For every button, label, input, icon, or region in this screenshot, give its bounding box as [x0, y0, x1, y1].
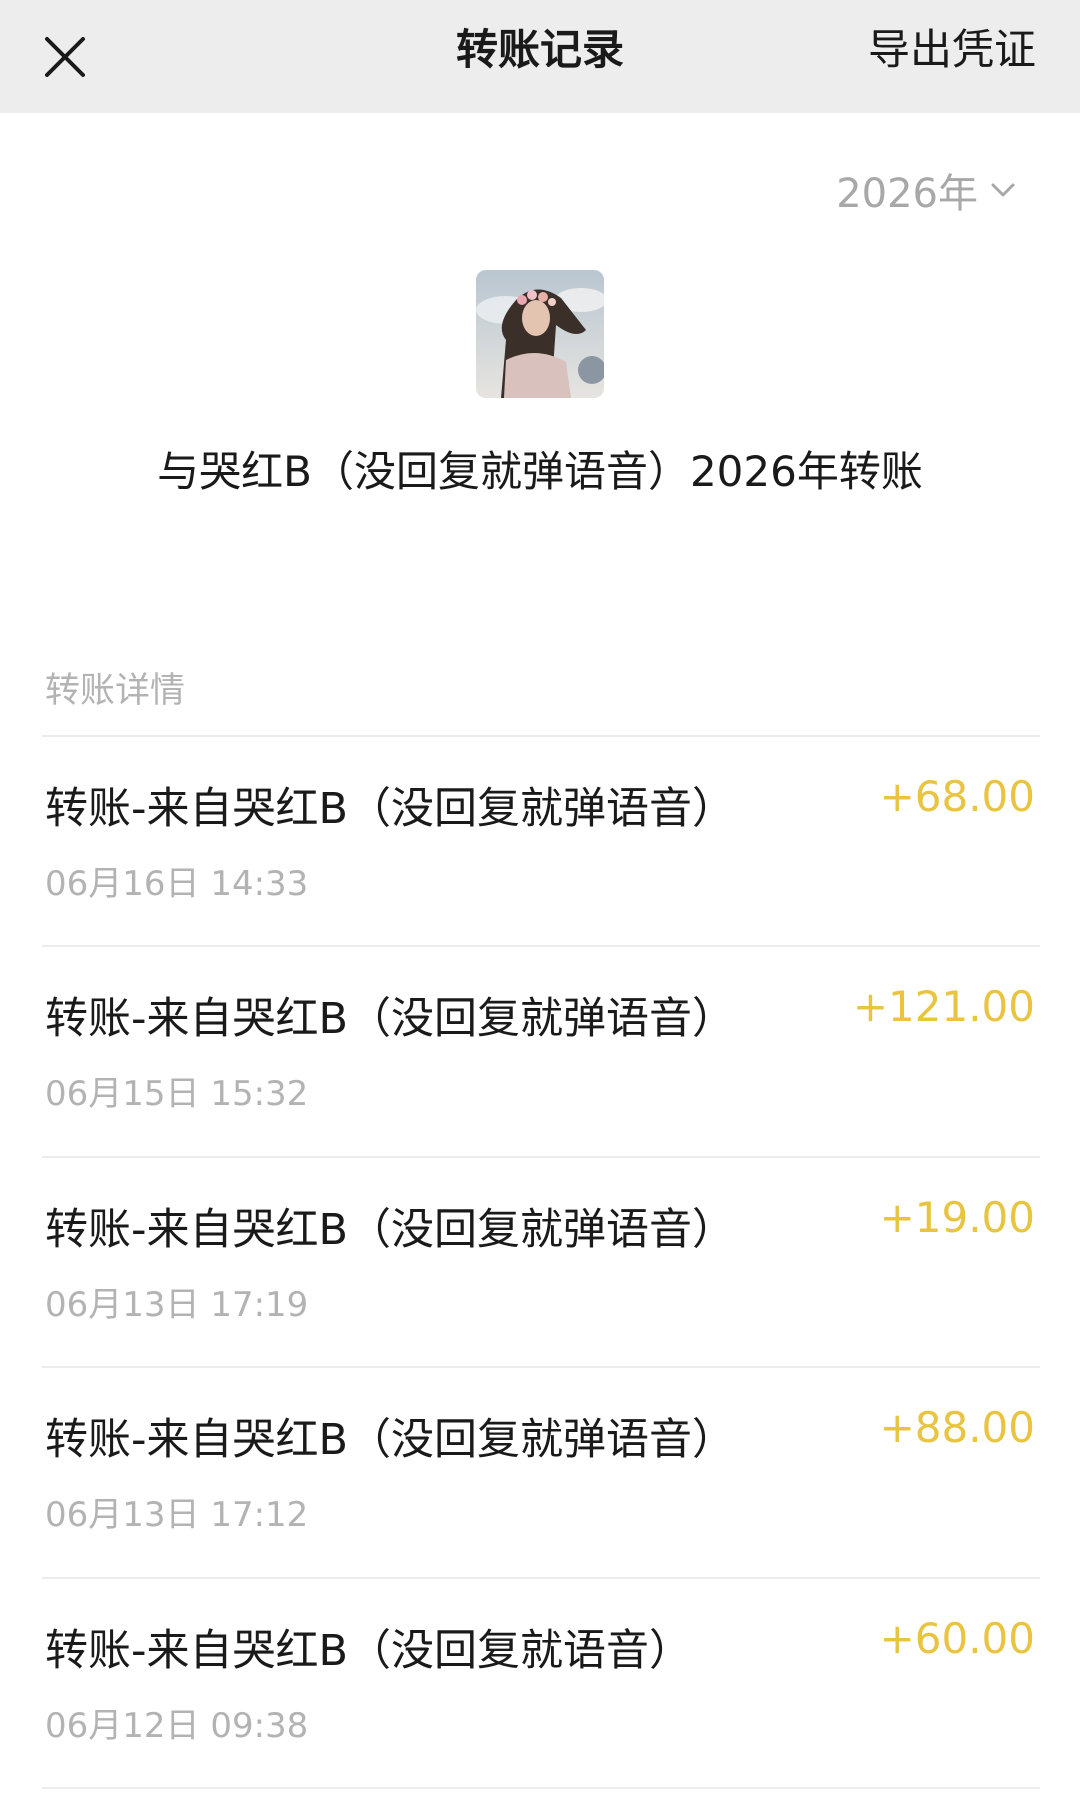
- transfer-record[interactable]: 转账-来自哭红B（没回复就弹语音） 06月13日 17:19 +19.00: [0, 1159, 1080, 1369]
- record-amount: +88.00: [879, 1403, 1035, 1452]
- record-time: 06月13日 17:12: [45, 1495, 309, 1535]
- record-title: 转账-来自哭红B（没回复就弹语音）: [45, 1205, 736, 1255]
- contact-avatar: [476, 270, 604, 398]
- year-picker-value: 2026年: [836, 171, 978, 217]
- top-bar: 转账记录 导出凭证: [0, 0, 1080, 113]
- record-amount: +19.00: [879, 1193, 1035, 1242]
- record-title: 转账-来自哭红B（没回复就弹语音）: [45, 994, 736, 1044]
- record-title: 转账-来自哭红B（没回复就语音）: [45, 1626, 693, 1676]
- record-amount: +68.00: [879, 772, 1035, 821]
- close-button[interactable]: [30, 22, 100, 92]
- transfer-record[interactable]: 转账-来自哭红B（没回复就弹语音） 06月13日 17:12 +88.00: [0, 1369, 1080, 1579]
- summary-title: 与哭红B（没回复就弹语音）2026年转账: [157, 447, 923, 496]
- chevron-down-icon: [991, 183, 1015, 197]
- divider: [42, 945, 1040, 947]
- record-time: 06月13日 17:19: [45, 1285, 309, 1325]
- section-label: 转账详情: [45, 671, 186, 711]
- divider: [42, 1787, 1040, 1789]
- record-title: 转账-来自哭红B（没回复就弹语音）: [45, 1415, 736, 1465]
- year-picker[interactable]: 2026年: [836, 160, 1016, 220]
- record-amount: +60.00: [879, 1614, 1035, 1663]
- transfer-record[interactable]: 转账-来自哭红B（没回复就弹语音） 06月15日 15:32 +121.00: [0, 948, 1080, 1158]
- transfer-record[interactable]: 转账-来自哭红B（没回复就弹语音） 06月16日 14:33 +68.00: [0, 738, 1080, 948]
- divider: [42, 1156, 1040, 1158]
- export-voucher-button[interactable]: 导出凭证: [868, 0, 1036, 100]
- record-time: 06月15日 15:32: [45, 1074, 309, 1114]
- close-icon: [45, 37, 85, 77]
- divider: [42, 1577, 1040, 1579]
- record-title: 转账-来自哭红B（没回复就弹语音）: [45, 784, 736, 834]
- divider: [42, 1366, 1040, 1368]
- divider: [42, 735, 1040, 737]
- record-time: 06月12日 09:38: [45, 1706, 309, 1746]
- record-amount: +121.00: [852, 982, 1035, 1031]
- transfer-record[interactable]: 转账-来自哭红B（没回复就语音） 06月12日 09:38 +60.00: [0, 1580, 1080, 1790]
- record-time: 06月16日 14:33: [45, 864, 309, 904]
